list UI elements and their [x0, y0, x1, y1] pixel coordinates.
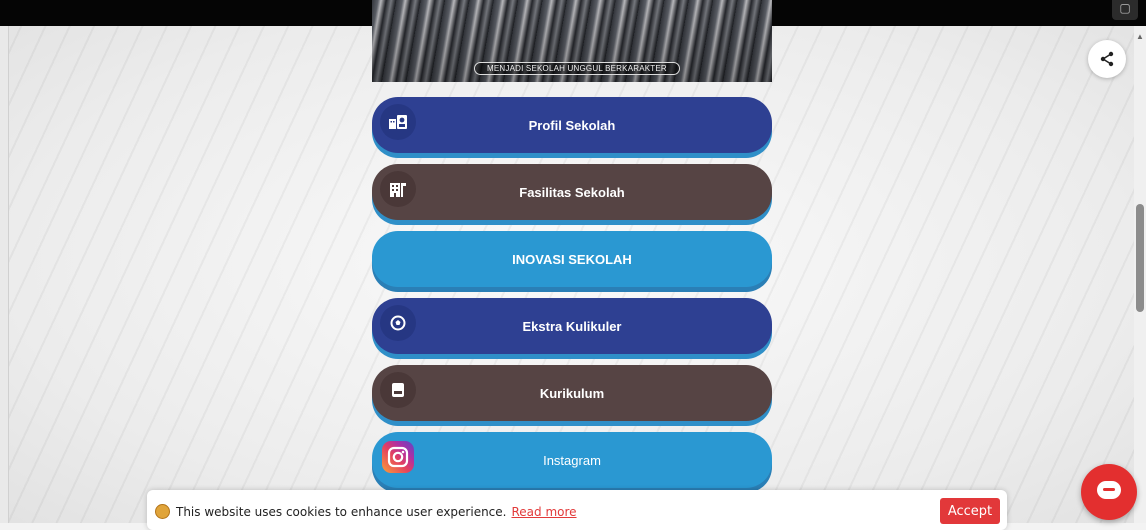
kurikulum-button[interactable]: Kurikulum [372, 365, 772, 421]
school-profile-icon [380, 104, 416, 140]
button-label: Profil Sekolah [528, 117, 616, 133]
button-label: Instagram [543, 452, 601, 468]
chat-icon [1097, 481, 1121, 499]
window-icon[interactable]: ▢ [1112, 0, 1138, 20]
instagram-icon [382, 441, 414, 473]
instagram-button[interactable]: Instagram [372, 432, 772, 488]
soccer-ball-icon [380, 305, 416, 341]
button-label: Ekstra Kulikuler [522, 318, 622, 334]
inovasi-sekolah-button[interactable]: INOVASI SEKOLAH [372, 231, 772, 287]
share-button[interactable] [1088, 40, 1126, 78]
scrollbar-thumb[interactable] [1136, 204, 1144, 312]
ekstra-kulikuler-button[interactable]: Ekstra Kulikuler [372, 298, 772, 354]
book-icon [380, 372, 416, 408]
accept-button[interactable]: Accept [940, 498, 1000, 524]
scroll-up-icon[interactable]: ▲ [1136, 32, 1144, 41]
left-edge [0, 0, 9, 523]
button-label: INOVASI SEKOLAH [512, 251, 632, 267]
building-icon [380, 171, 416, 207]
cookie-text: This website uses cookies to enhance use… [176, 504, 507, 519]
cookie-message: This website uses cookies to enhance use… [155, 504, 577, 519]
cookie-icon [155, 504, 170, 519]
fasilitas-sekolah-button[interactable]: Fasilitas Sekolah [372, 164, 772, 220]
scrollbar[interactable]: ▲ [1134, 26, 1146, 523]
cookie-banner: This website uses cookies to enhance use… [147, 490, 1007, 530]
read-more-link[interactable]: Read more [511, 505, 576, 519]
hero-tagline: MENJADI SEKOLAH UNGGUL BERKARAKTER [474, 62, 680, 75]
chat-button[interactable] [1081, 464, 1137, 520]
hero-image: MENJADI SEKOLAH UNGGUL BERKARAKTER [372, 0, 772, 82]
button-label: Fasilitas Sekolah [519, 184, 625, 200]
button-label: Kurikulum [539, 385, 605, 401]
share-icon [1100, 51, 1114, 67]
profil-sekolah-button[interactable]: Profil Sekolah [372, 97, 772, 153]
